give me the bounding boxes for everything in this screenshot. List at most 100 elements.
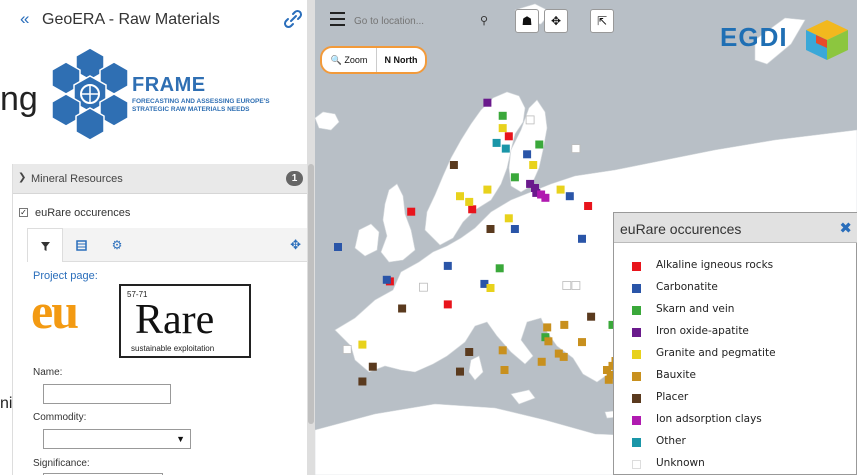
occurrence-marker[interactable] (537, 357, 546, 366)
close-icon[interactable]: ✖ (839, 219, 852, 237)
occurrence-marker[interactable] (578, 234, 586, 243)
zoom-to-layer-icon[interactable]: ✥ (290, 228, 301, 262)
layer-count-badge: 1 (286, 171, 303, 186)
locate-button[interactable]: ✥ (544, 9, 568, 33)
occurrence-marker[interactable] (501, 144, 510, 153)
home-button[interactable]: ☗ (515, 9, 539, 33)
occurrence-marker[interactable] (571, 144, 581, 154)
occurrence-marker[interactable] (584, 202, 593, 210)
chevron-down-icon[interactable]: ❯ (18, 172, 26, 183)
occurrence-marker[interactable] (486, 225, 495, 233)
tab-filter[interactable] (27, 228, 63, 262)
egdi-wordmark: EGDI (720, 22, 788, 52)
occurrence-marker[interactable] (587, 312, 596, 321)
occurrence-marker[interactable] (456, 367, 464, 376)
occurrence-marker[interactable] (419, 282, 428, 292)
legend-swatch (632, 416, 641, 425)
crosshair-icon: ✥ (550, 14, 562, 28)
hamburger-menu-icon[interactable] (330, 12, 345, 26)
occurrence-marker[interactable] (492, 138, 501, 147)
occurrence-marker[interactable] (398, 304, 407, 313)
occurrence-marker[interactable] (368, 362, 377, 371)
north-mode-button[interactable]: N North (377, 48, 425, 72)
gear-icon: ⚙ (111, 238, 123, 252)
occurrence-marker[interactable] (483, 185, 492, 194)
occurrence-marker[interactable] (578, 338, 586, 347)
occurrence-marker[interactable] (468, 205, 477, 214)
occurrence-marker[interactable] (544, 337, 553, 346)
commodity-select[interactable]: ▼ (43, 429, 191, 449)
fullscreen-icon: ⇱ (596, 14, 608, 28)
legend-title: euRare occurences (620, 221, 742, 237)
occurrence-marker[interactable] (529, 161, 538, 169)
occurrence-marker[interactable] (465, 348, 474, 356)
legend-swatch (632, 372, 641, 381)
occurrence-marker[interactable] (525, 115, 535, 125)
occurrence-marker[interactable] (565, 192, 574, 201)
search-icon[interactable]: ⚲ (480, 14, 488, 27)
eurare-logo-box[interactable]: 57-71 Rare sustainable exploitation (119, 284, 251, 358)
occurrence-marker[interactable] (541, 193, 550, 202)
home-icon: ☗ (521, 14, 533, 28)
name-filter-input[interactable] (43, 384, 171, 404)
occurrence-marker[interactable] (498, 346, 507, 355)
occurrence-marker[interactable] (604, 375, 613, 384)
occurrence-marker[interactable] (510, 173, 519, 182)
eurare-logo-eu[interactable]: eu (31, 286, 79, 336)
tab-table[interactable] (63, 228, 99, 262)
panel-scrollbar[interactable] (307, 0, 315, 475)
location-search-input[interactable] (346, 9, 486, 33)
occurrence-marker[interactable] (510, 225, 519, 233)
legend-swatch (632, 262, 641, 271)
tab-settings[interactable]: ⚙ (99, 228, 135, 262)
panel-scroll-thumb[interactable] (308, 164, 314, 424)
occurrence-marker[interactable] (486, 284, 495, 292)
layer-name: euRare occurences (35, 207, 131, 219)
layer-tabs: ⚙ ✥ (27, 228, 309, 262)
occurrence-marker[interactable] (560, 320, 569, 329)
occurrence-marker[interactable] (495, 264, 504, 273)
occurrence-marker[interactable] (504, 132, 513, 141)
occurrence-marker[interactable] (498, 111, 507, 120)
link-icon[interactable] (282, 8, 304, 30)
occurrence-marker[interactable] (334, 243, 342, 251)
name-filter-label: Name: (33, 367, 63, 378)
occurrence-marker[interactable] (407, 207, 416, 216)
zoom-mode-button[interactable]: 🔍 Zoom (322, 48, 377, 72)
occurrence-marker[interactable] (504, 214, 513, 223)
occurrence-marker[interactable] (358, 340, 367, 349)
filter-icon (40, 242, 50, 252)
legend-label: Alkaline igneous rocks (656, 259, 774, 271)
occurrence-marker[interactable] (543, 323, 552, 332)
occurrence-marker[interactable] (342, 345, 352, 354)
occurrence-marker[interactable] (465, 197, 474, 206)
occurrence-marker[interactable] (443, 300, 452, 309)
fullscreen-button[interactable]: ⇱ (590, 9, 614, 33)
occurrence-marker[interactable] (556, 185, 565, 194)
occurrence-marker[interactable] (483, 98, 492, 107)
project-page-label: Project page: (33, 270, 98, 282)
double-chevron-left-icon[interactable]: « (20, 9, 29, 29)
occurrence-marker[interactable] (571, 281, 581, 290)
occurrence-marker[interactable] (559, 352, 568, 361)
layer-group-title: Mineral Resources (31, 173, 123, 185)
occurrence-marker[interactable] (358, 377, 367, 386)
occurrence-marker[interactable] (523, 150, 532, 159)
occurrence-marker[interactable] (382, 275, 391, 284)
legend-swatch (632, 438, 641, 447)
occurrence-marker[interactable] (498, 124, 507, 133)
legend-swatch (632, 394, 641, 403)
occurrence-marker[interactable] (500, 366, 509, 374)
layer-group-header[interactable]: ❯ Mineral Resources 1 (13, 164, 311, 194)
occurrence-marker[interactable] (456, 192, 464, 201)
legend-label: Other (656, 435, 686, 447)
legend-label: Unknown (656, 457, 705, 469)
occurrence-marker[interactable] (562, 281, 572, 290)
panel-header: « GeoERA - Raw Materials (0, 0, 310, 42)
map-view[interactable]: ⚲ ☗ ✥ ⇱ 🔍 Zoom N North EGDI euRare occur… (315, 0, 857, 475)
frame-subtitle-1: FORECASTING AND ASSESSING EUROPE'S (132, 98, 270, 105)
occurrence-marker[interactable] (535, 140, 544, 149)
occurrence-marker[interactable] (443, 261, 452, 270)
layer-visibility-checkbox[interactable]: ✓ (19, 208, 28, 217)
occurrence-marker[interactable] (449, 161, 458, 169)
